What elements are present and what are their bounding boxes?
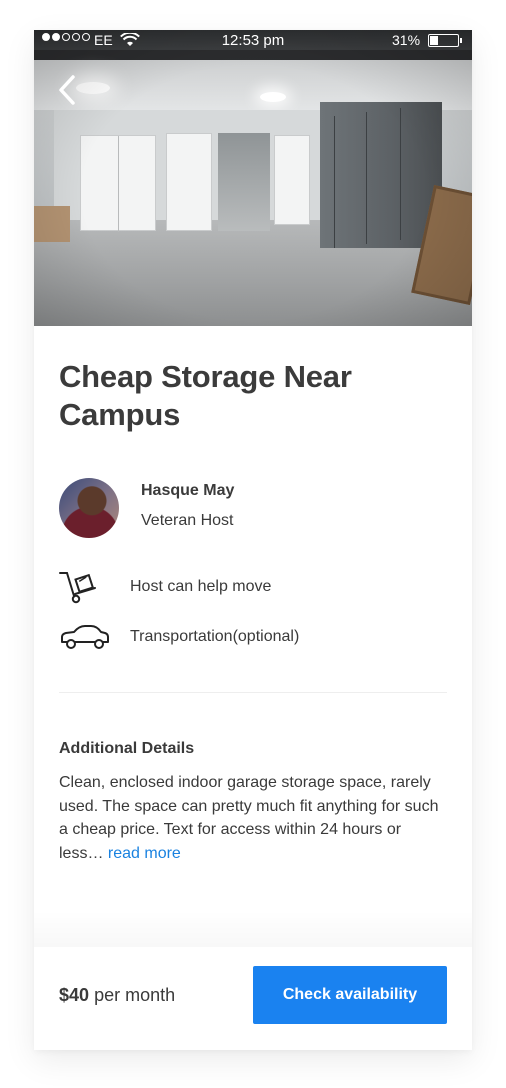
details-heading: Additional Details xyxy=(59,740,195,757)
details-body: Clean, enclosed indoor garage storage sp… xyxy=(59,771,449,865)
listing-title: Cheap Storage Near Campus xyxy=(59,359,352,432)
feature-label: Transportation(optional) xyxy=(130,628,300,645)
booking-footer: $40 per month Check availability xyxy=(34,947,472,1050)
listing-photo: EE 12:53 pm 31% xyxy=(34,30,472,326)
feature-transportation: Transportation(optional) xyxy=(59,620,439,654)
phone-screen: EE 12:53 pm 31% Cheap Storage Near Campu… xyxy=(34,30,472,1050)
battery-icon xyxy=(428,34,459,47)
price-period: per month xyxy=(94,985,176,1005)
section-divider xyxy=(59,692,447,693)
feature-label: Host can help move xyxy=(130,578,272,595)
chevron-left-icon xyxy=(59,75,75,105)
host-name: Hasque May xyxy=(141,482,235,499)
status-bar: EE 12:53 pm 31% xyxy=(34,30,472,50)
avatar[interactable] xyxy=(59,478,119,538)
battery-fill xyxy=(430,36,438,45)
hand-truck-icon xyxy=(59,570,111,604)
check-availability-button[interactable]: Check availability xyxy=(253,966,447,1024)
footer-shadow xyxy=(34,910,472,950)
photo-vignette xyxy=(34,30,472,326)
feature-help-move: Host can help move xyxy=(59,570,439,604)
host-role: Veteran Host xyxy=(141,512,234,529)
price-amount: $40 xyxy=(59,985,90,1005)
back-button[interactable] xyxy=(56,74,82,106)
read-more-link[interactable]: read more xyxy=(108,845,181,862)
battery-tip xyxy=(460,38,462,43)
price: $40 per month xyxy=(59,985,175,1006)
battery-percent: 31% xyxy=(392,32,421,48)
car-icon xyxy=(59,620,111,654)
